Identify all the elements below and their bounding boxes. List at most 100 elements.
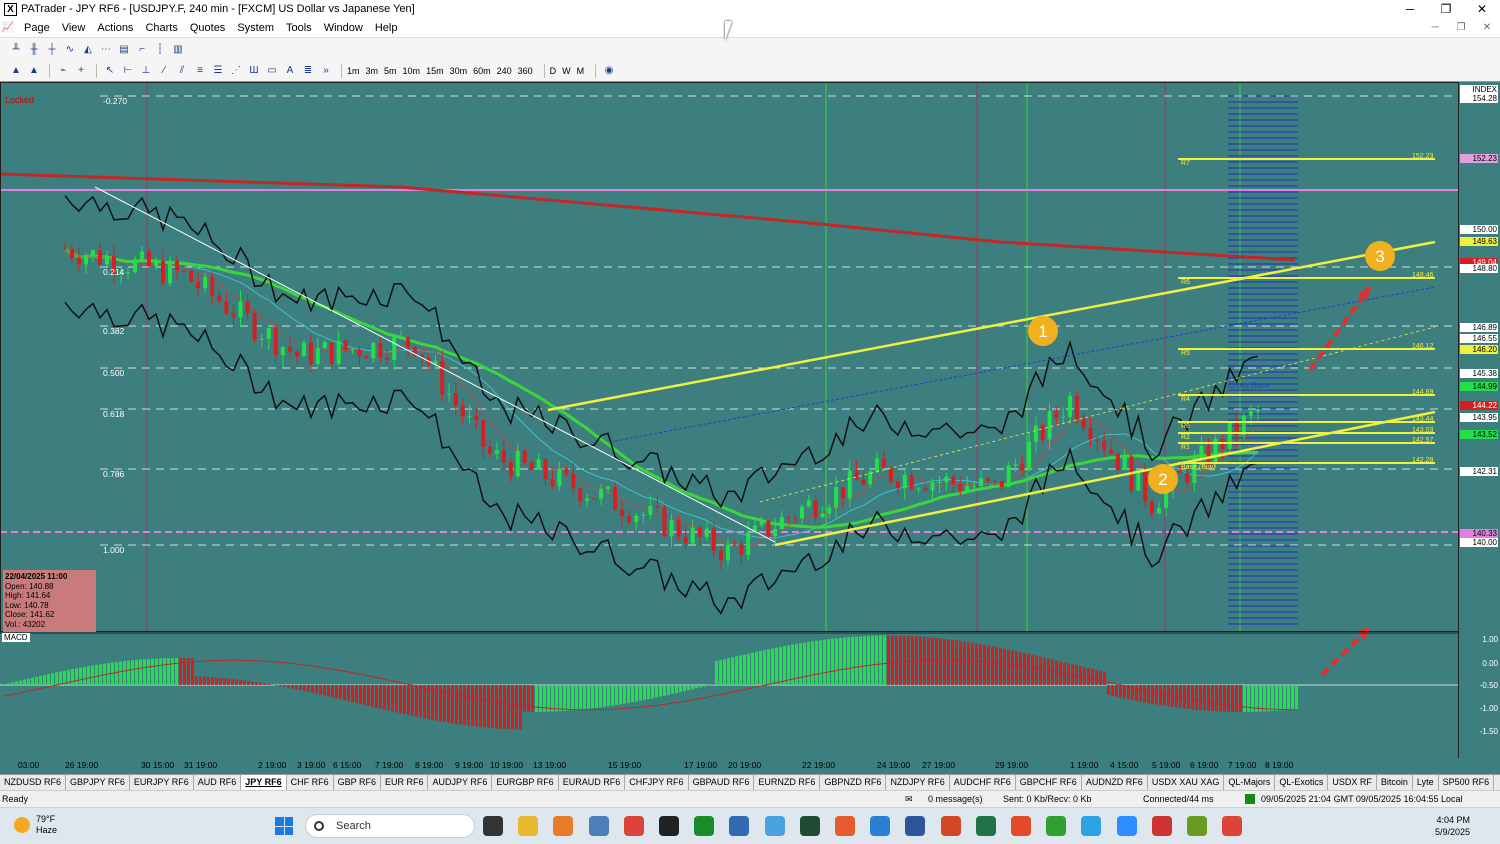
- tf-1m[interactable]: 1m: [347, 66, 360, 76]
- pitchfork-icon[interactable]: Ш: [246, 64, 262, 78]
- tf-3m[interactable]: 3m: [366, 66, 379, 76]
- candle-chart-icon[interactable]: ╫: [26, 42, 42, 56]
- pointer-icon[interactable]: ↖: [102, 64, 118, 78]
- tab-aud-rf6[interactable]: AUD RF6: [194, 775, 242, 790]
- vline-icon[interactable]: ⊥: [138, 64, 154, 78]
- file-explorer-icon[interactable]: [518, 816, 539, 836]
- tab-eur-rf6[interactable]: EUR RF6: [381, 775, 429, 790]
- crosshair-icon[interactable]: +: [73, 64, 89, 78]
- gann-icon[interactable]: ⋰: [228, 64, 244, 78]
- tab-lyte[interactable]: Lyte: [1413, 775, 1439, 790]
- mdi-minimize-button[interactable]: ─: [1422, 18, 1448, 38]
- mdi-restore-button[interactable]: ❐: [1448, 18, 1474, 38]
- tab-usdx-xau-xag[interactable]: USDX XAU XAG: [1148, 775, 1225, 790]
- ohlc-chart-icon[interactable]: ┼: [44, 42, 60, 56]
- mdi-close-button[interactable]: ✕: [1474, 18, 1500, 38]
- tab-chf-rf6[interactable]: CHF RF6: [287, 775, 334, 790]
- area-chart-icon[interactable]: ◭: [80, 42, 96, 56]
- menu-quotes[interactable]: Quotes: [184, 22, 231, 34]
- tab-nzdusd-rf6[interactable]: NZDUSD RF6: [0, 775, 67, 790]
- tab-audnzd-rf6[interactable]: AUDNZD RF6: [1082, 775, 1148, 790]
- tf-240[interactable]: 240: [497, 66, 512, 76]
- tf-60m[interactable]: 60m: [473, 66, 491, 76]
- tab-sp500-rf6[interactable]: SP500 RF6: [1439, 775, 1495, 790]
- sell-icon[interactable]: ▲: [26, 64, 42, 78]
- word-icon[interactable]: [905, 816, 926, 836]
- tf-d[interactable]: D: [550, 66, 557, 76]
- volume-icon[interactable]: ▥: [170, 42, 186, 56]
- tf-360[interactable]: 360: [518, 66, 533, 76]
- menu-window[interactable]: Window: [318, 22, 369, 34]
- tab-usdx-rf[interactable]: USDX RF: [1328, 775, 1377, 790]
- system-clock[interactable]: 4:04 PM 5/9/2025: [1435, 814, 1470, 838]
- hline-icon[interactable]: ⊢: [120, 64, 136, 78]
- range-bar-icon[interactable]: ┆: [152, 42, 168, 56]
- text-icon[interactable]: A: [282, 64, 298, 78]
- time-axis[interactable]: 03:00 26 19:00 30 15:00 31 19:00 2 19:00 3 19…: [0, 758, 1500, 774]
- line-chart-icon[interactable]: ∿: [62, 42, 78, 56]
- tab-gbpchf-rf6[interactable]: GBPCHF RF6: [1016, 775, 1082, 790]
- kagi-icon[interactable]: ⌐: [134, 42, 150, 56]
- tab-jpy-rf6[interactable]: JPY RF6: [241, 775, 287, 790]
- tab-ql-exotics[interactable]: QL-Exotics: [1275, 775, 1329, 790]
- tf-15m[interactable]: 15m: [426, 66, 444, 76]
- trendline-icon[interactable]: ∕: [156, 64, 172, 78]
- menu-actions[interactable]: Actions: [91, 22, 139, 34]
- more-icon[interactable]: »: [318, 64, 334, 78]
- tab-nzdjpy-rf6[interactable]: NZDJPY RF6: [886, 775, 950, 790]
- app-icon[interactable]: [553, 816, 574, 836]
- chart-icon[interactable]: 📈: [0, 21, 16, 35]
- tab-gbpjpy-rf6[interactable]: GBPJPY RF6: [66, 775, 130, 790]
- tf-w[interactable]: W: [562, 66, 571, 76]
- chrome-icon[interactable]: [1222, 816, 1243, 836]
- windows-start-icon[interactable]: [275, 817, 293, 835]
- fib-ext-icon[interactable]: ☰: [210, 64, 226, 78]
- tab-ql-majors[interactable]: QL-Majors: [1224, 775, 1276, 790]
- app-icon[interactable]: [659, 816, 679, 836]
- fib-time-icon[interactable]: ≣: [300, 64, 316, 78]
- notepad-icon[interactable]: [729, 816, 750, 836]
- taskbar-search[interactable]: Search: [305, 814, 475, 838]
- menu-tools[interactable]: Tools: [280, 22, 318, 34]
- menu-view[interactable]: View: [56, 22, 92, 34]
- renko-icon[interactable]: ▤: [116, 42, 132, 56]
- rect-icon[interactable]: ▭: [264, 64, 280, 78]
- tab-bitcoin[interactable]: Bitcoin: [1377, 775, 1413, 790]
- close-button[interactable]: ✕: [1464, 0, 1500, 18]
- tf-5m[interactable]: 5m: [384, 66, 397, 76]
- buy-icon[interactable]: ▲: [8, 64, 24, 78]
- task-view-icon[interactable]: [483, 816, 503, 836]
- powerpoint-icon[interactable]: [940, 816, 961, 836]
- app-icon[interactable]: [1011, 816, 1031, 836]
- menu-system[interactable]: System: [231, 22, 280, 34]
- app-icon[interactable]: [1187, 816, 1207, 836]
- tf-30m[interactable]: 30m: [450, 66, 468, 76]
- menu-page[interactable]: Page: [18, 22, 56, 34]
- menu-help[interactable]: Help: [369, 22, 404, 34]
- chrome-icon[interactable]: [623, 816, 644, 836]
- tf-m[interactable]: M: [577, 66, 585, 76]
- point-figure-icon[interactable]: ⋯: [98, 42, 114, 56]
- price-axis[interactable]: INDEX 154.28 152.23 150.00 149.63 149.04 148.8…: [1458, 82, 1500, 758]
- maximize-button[interactable]: ❐: [1428, 0, 1464, 18]
- app-icon[interactable]: [799, 816, 820, 836]
- fib-icon[interactable]: ≡: [192, 64, 208, 78]
- mail-icon[interactable]: ✉: [905, 794, 913, 805]
- app-icon[interactable]: [1046, 816, 1067, 836]
- tf-10m[interactable]: 10m: [403, 66, 421, 76]
- weather-widget[interactable]: 79°F Haze: [14, 814, 57, 836]
- app-icon[interactable]: [1151, 816, 1172, 836]
- menu-charts[interactable]: Charts: [139, 22, 183, 34]
- telegram-icon[interactable]: [1081, 816, 1102, 836]
- photos-icon[interactable]: [764, 816, 785, 836]
- tab-gbp-rf6[interactable]: GBP RF6: [334, 775, 381, 790]
- app-icon[interactable]: [835, 816, 855, 836]
- tab-eurjpy-rf6[interactable]: EURJPY RF6: [130, 775, 194, 790]
- minimize-button[interactable]: ─: [1392, 0, 1428, 18]
- chart-area[interactable]: R7 152.23 R6 148.46 R5 146.12 R4 144.69 R3 143.44…: [0, 82, 1500, 774]
- clock-icon[interactable]: ◉: [601, 64, 617, 78]
- patrader-icon[interactable]: [694, 816, 715, 836]
- tab-audjpy-rf6[interactable]: AUDJPY RF6: [428, 775, 493, 790]
- tab-euraud-rf6[interactable]: EURAUD RF6: [559, 775, 626, 790]
- tab-gbpnzd-rf6[interactable]: GBPNZD RF6: [820, 775, 887, 790]
